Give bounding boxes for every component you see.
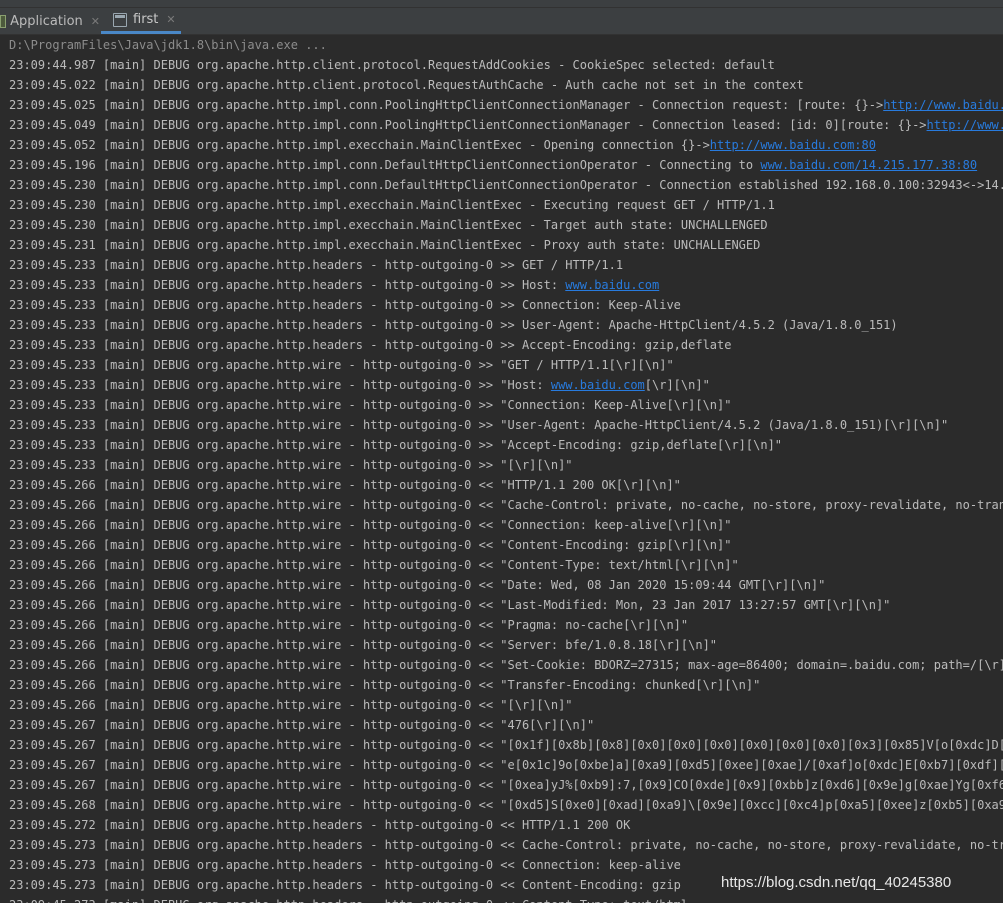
log-line: 23:09:45.267 [main] DEBUG org.apache.htt… [9,778,1003,792]
log-line: 23:09:45.266 [main] DEBUG org.apache.htt… [9,478,681,492]
log-line: 23:09:45.273 [main] DEBUG org.apache.htt… [9,838,1003,852]
log-line: 23:09:45.233 [main] DEBUG org.apache.htt… [9,338,732,352]
log-line: 23:09:45.049 [main] DEBUG org.apache.htt… [9,115,1003,135]
close-icon[interactable]: ✕ [91,15,100,28]
log-link[interactable]: www.baidu.com [551,378,645,392]
watermark-text: https://blog.csdn.net/qq_40245380 [721,874,952,891]
log-line: 23:09:45.266 [main] DEBUG org.apache.htt… [9,498,1003,512]
log-line: 23:09:45.025 [main] DEBUG org.apache.htt… [9,95,1003,115]
log-line: 23:09:45.230 [main] DEBUG org.apache.htt… [9,218,768,232]
log-line: 23:09:45.267 [main] DEBUG org.apache.htt… [9,718,595,732]
log-line: 23:09:44.987 [main] DEBUG org.apache.htt… [9,58,775,72]
run-config-icon [0,14,7,28]
log-link[interactable]: http://www.baidu.com:80 [710,138,876,152]
log-line: 23:09:45.266 [main] DEBUG org.apache.htt… [9,518,732,532]
log-line: 23:09:45.233 [main] DEBUG org.apache.htt… [9,258,624,272]
log-link[interactable]: http://www.baid [927,118,1003,132]
log-line: 23:09:45.266 [main] DEBUG org.apache.htt… [9,538,732,552]
log-line: 23:09:45.233 [main] DEBUG org.apache.htt… [9,378,710,392]
log-line: 23:09:45.266 [main] DEBUG org.apache.htt… [9,698,573,712]
log-line: 23:09:45.273 [main] DEBUG org.apache.htt… [9,858,681,872]
console-icon [113,12,127,27]
log-line: 23:09:45.273 [main] DEBUG org.apache.htt… [9,878,681,892]
log-line: 23:09:45.266 [main] DEBUG org.apache.htt… [9,638,718,652]
log-line: 23:09:45.266 [main] DEBUG org.apache.htt… [9,598,891,612]
log-line: 23:09:45.233 [main] DEBUG org.apache.htt… [9,318,898,332]
log-line: 23:09:45.230 [main] DEBUG org.apache.htt… [9,178,1003,192]
log-line: 23:09:45.233 [main] DEBUG org.apache.htt… [9,298,681,312]
log-line: 23:09:45.196 [main] DEBUG org.apache.htt… [9,158,978,172]
close-icon[interactable]: ✕ [166,13,175,26]
log-line: 23:09:45.266 [main] DEBUG org.apache.htt… [9,578,826,592]
log-line: 23:09:45.022 [main] DEBUG org.apache.htt… [9,78,804,92]
tab-label: Application [10,13,83,29]
log-line: 23:09:45.272 [main] DEBUG org.apache.htt… [9,818,631,832]
log-line: 23:09:45.266 [main] DEBUG org.apache.htt… [9,558,739,572]
log-line: 23:09:45.267 [main] DEBUG org.apache.htt… [9,758,1003,772]
log-line: 23:09:45.266 [main] DEBUG org.apache.htt… [9,678,761,692]
log-line: 23:09:45.233 [main] DEBUG org.apache.htt… [9,418,949,432]
log-line: 23:09:45.266 [main] DEBUG org.apache.htt… [9,618,689,632]
command-line: D:\ProgramFiles\Java\jdk1.8\bin\java.exe… [9,38,327,52]
log-link[interactable]: http://www.baidu.com: [883,98,1003,112]
log-line: 23:09:45.233 [main] DEBUG org.apache.htt… [9,398,732,412]
log-line: 23:09:45.231 [main] DEBUG org.apache.htt… [9,238,761,252]
log-line: 23:09:45.230 [main] DEBUG org.apache.htt… [9,198,775,212]
log-line: 23:09:45.267 [main] DEBUG org.apache.htt… [9,738,1003,752]
log-line: 23:09:45.233 [main] DEBUG org.apache.htt… [9,358,674,372]
log-line: 23:09:45.233 [main] DEBUG org.apache.htt… [9,458,573,472]
console-tab-bar: Application ✕ first ✕ [0,8,1003,35]
window-top-strip [0,0,1003,8]
log-line: 23:09:45.268 [main] DEBUG org.apache.htt… [9,798,1003,812]
log-link[interactable]: www.baidu.com/14.215.177.38:80 [760,158,977,172]
log-line: 23:09:45.233 [main] DEBUG org.apache.htt… [9,278,660,292]
log-line: 23:09:45.233 [main] DEBUG org.apache.htt… [9,438,783,452]
tab-label: first [133,12,159,27]
log-link[interactable]: www.baidu.com [565,278,659,292]
log-line: 23:09:45.052 [main] DEBUG org.apache.htt… [9,138,876,152]
tab-application[interactable]: Application ✕ [0,8,100,34]
console-output[interactable]: D:\ProgramFiles\Java\jdk1.8\bin\java.exe… [0,35,1003,903]
tab-first[interactable]: first ✕ [101,8,181,34]
log-line: 23:09:45.273 [main] DEBUG org.apache.htt… [9,895,688,903]
log-line: 23:09:45.266 [main] DEBUG org.apache.htt… [9,658,1003,672]
